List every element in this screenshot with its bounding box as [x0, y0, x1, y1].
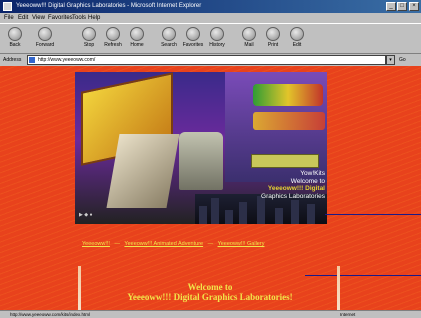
- banner-mini-icons: ▶ ◆ ●: [79, 212, 93, 218]
- stop-button[interactable]: Stop: [78, 26, 100, 52]
- print-label: Print: [267, 42, 279, 48]
- banner-line-1: Yow!Kits: [300, 170, 325, 177]
- callout-line-banner: [325, 214, 421, 215]
- search-label: Search: [161, 42, 177, 48]
- menu-tools[interactable]: Tools: [72, 13, 86, 23]
- history-icon: [210, 27, 224, 41]
- nav-link-yeeeoww[interactable]: Yeeeoww!!!: [82, 241, 110, 247]
- stop-icon: [82, 27, 96, 41]
- edit-button[interactable]: Edit: [286, 26, 308, 52]
- home-label: Home: [130, 42, 144, 48]
- menu-view[interactable]: View: [32, 13, 45, 23]
- forward-label: Forward: [35, 42, 55, 48]
- mail-icon: [242, 27, 256, 41]
- favorites-icon: [186, 27, 200, 41]
- close-button[interactable]: ×: [409, 2, 419, 11]
- status-bar: http://www.yeeeoww.com/kits/index.html I…: [0, 310, 421, 318]
- banner-line-2: Welcome to: [290, 177, 325, 185]
- forward-arrow-icon: [38, 27, 52, 41]
- page-content: Yow!Kits Welcome to Yeeeoww!!! Digital G…: [0, 66, 421, 310]
- callout-line-welcome: [305, 275, 421, 276]
- security-zone: Internet: [340, 312, 356, 317]
- banner-image[interactable]: Yow!Kits Welcome to Yeeeoww!!! Digital G…: [75, 72, 327, 224]
- title-bar[interactable]: Yeeeoww!!! Digital Graphics Laboratories…: [0, 0, 421, 13]
- banner-welcome-text: Yow!Kits Welcome to Yeeeoww!!! Digital G…: [243, 170, 325, 200]
- menu-help[interactable]: Help: [88, 13, 100, 23]
- browser-window: Yeeeoww!!! Digital Graphics Laboratories…: [0, 0, 421, 318]
- comic-page-graphic: [106, 134, 180, 208]
- badge-graphic: [251, 154, 319, 168]
- address-input[interactable]: http://www.yeeeoww.com/: [27, 55, 386, 65]
- stop-label: Stop: [83, 42, 95, 48]
- mascot-graphic: [179, 132, 223, 190]
- window-title: Yeeeoww!!! Digital Graphics Laboratories…: [16, 3, 202, 9]
- menu-edit[interactable]: Edit: [18, 13, 28, 23]
- address-label: Address: [3, 57, 22, 63]
- search-icon: [162, 27, 176, 41]
- refresh-label: Refresh: [104, 42, 122, 48]
- refresh-button[interactable]: Refresh: [102, 26, 124, 52]
- yowkits-logo: [253, 84, 323, 106]
- welcome-line-2: Yeeeoww!!! Digital Graphics Laboratories…: [127, 292, 293, 302]
- address-bar: Address http://www.yeeeoww.com/ ▾ Go: [0, 54, 421, 66]
- nav-link-animated-adventure[interactable]: Yeeeoww!!! Animated Adventure: [124, 241, 203, 247]
- ie-icon: [3, 2, 12, 11]
- nav-links: Yeeeoww!!! — Yeeeoww!!! Animated Adventu…: [82, 240, 342, 248]
- address-dropdown-button[interactable]: ▾: [386, 55, 395, 65]
- back-label: Back: [9, 42, 21, 48]
- edit-icon: [290, 27, 304, 41]
- yeeeoww-logo: [253, 112, 325, 130]
- edit-label: Edit: [292, 42, 302, 48]
- toolbar: Back Forward Stop Refresh Home Search Fa…: [0, 23, 421, 54]
- maximize-button[interactable]: □: [397, 2, 407, 11]
- nav-separator: —: [114, 241, 120, 247]
- back-arrow-icon: [8, 27, 22, 41]
- refresh-icon: [106, 27, 120, 41]
- mail-label: Mail: [244, 42, 254, 48]
- mail-button[interactable]: Mail: [238, 26, 260, 52]
- history-button[interactable]: History: [206, 26, 228, 52]
- favorites-button[interactable]: Favorites: [182, 26, 204, 52]
- nav-separator: —: [207, 241, 214, 247]
- home-icon: [130, 27, 144, 41]
- menu-bar: File Edit View Favorites Tools Help: [0, 13, 421, 23]
- go-button[interactable]: Go: [399, 54, 406, 66]
- favorites-label: Favorites: [182, 42, 204, 48]
- nav-link-gallery[interactable]: Yeeeoww!!! Gallery: [218, 241, 265, 247]
- home-button[interactable]: Home: [126, 26, 148, 52]
- page-icon: [29, 57, 35, 63]
- menu-file[interactable]: File: [4, 13, 14, 23]
- minimize-button[interactable]: _: [386, 2, 396, 11]
- print-icon: [266, 27, 280, 41]
- menu-favorites[interactable]: Favorites: [48, 13, 73, 23]
- address-url: http://www.yeeeoww.com/: [38, 57, 96, 63]
- search-button[interactable]: Search: [158, 26, 180, 52]
- forward-button[interactable]: Forward: [34, 26, 56, 52]
- welcome-line-1: Welcome to: [187, 282, 233, 292]
- welcome-heading: Welcome to Yeeeoww!!! Digital Graphics L…: [80, 282, 340, 302]
- print-button[interactable]: Print: [262, 26, 284, 52]
- banner-line-3: Graphics Laboratories: [261, 192, 325, 200]
- banner-brand: Yeeeoww!!! Digital: [267, 185, 325, 193]
- status-text: http://www.yeeeoww.com/kits/index.html: [10, 312, 91, 317]
- history-label: History: [209, 42, 225, 48]
- back-button[interactable]: Back: [4, 26, 26, 52]
